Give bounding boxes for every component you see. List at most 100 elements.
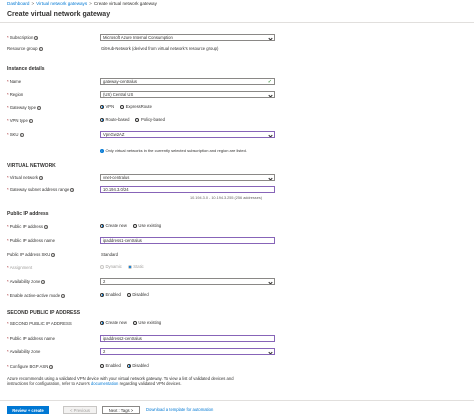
- breadcrumb-dashboard[interactable]: Dashboard: [7, 1, 29, 6]
- public-ip-name-input[interactable]: ipaddress1-centralus: [100, 237, 275, 244]
- info-icon: i: [44, 224, 49, 229]
- next-tags-button[interactable]: Next : Tags >: [102, 406, 140, 414]
- gateway-type-label: *Gateway type i: [7, 105, 41, 110]
- subscription-select[interactable]: Microsoft Azure Internal Consumption: [100, 34, 275, 41]
- title-divider: [0, 22, 474, 23]
- active-active-enabled-radio[interactable]: Enabled: [100, 292, 121, 297]
- active-active-label: *Enable active-active mode i: [7, 293, 66, 298]
- public-ip-sku-value: Standard: [101, 252, 118, 257]
- breadcrumb-current: Create virtual network gateway: [93, 1, 157, 6]
- vpn-type-route-based-radio[interactable]: Route-based: [100, 117, 129, 122]
- assignment-dynamic-radio: Dynamic: [100, 264, 122, 269]
- vpn-type-policy-based-radio[interactable]: Policy-based: [135, 117, 165, 122]
- vnet-label: *Virtual network i: [7, 175, 44, 180]
- virtual-network-heading: VIRTUAL NETWORK: [7, 163, 56, 169]
- info-icon: i: [70, 187, 75, 192]
- gateway-type-radios: VPN ExpressRoute: [100, 104, 158, 110]
- review-create-button[interactable]: Review + create: [7, 406, 49, 414]
- info-icon: i: [28, 118, 33, 123]
- documentation-link[interactable]: documentation: [91, 381, 118, 386]
- radio-selected-icon: [100, 292, 104, 297]
- availability-zone-label: *Availability zone i: [7, 279, 46, 284]
- radio-selected-icon: [100, 104, 104, 109]
- bgp-disabled-radio[interactable]: Disabled: [126, 363, 149, 368]
- breadcrumb-vng[interactable]: Virtual network gateways: [36, 1, 87, 6]
- sku-label: *SKU i: [7, 132, 24, 137]
- breadcrumb-separator: >: [31, 1, 35, 6]
- public-ip-label: *Public IP address i: [7, 224, 49, 229]
- download-template-link[interactable]: Download a template for automation: [146, 406, 213, 414]
- radio-selected-icon: [100, 223, 104, 228]
- public-ip-use-existing-radio[interactable]: Use existing: [132, 223, 161, 228]
- public-ip-sku-label: Public IP address SKU i: [7, 252, 56, 257]
- info-icon: i: [34, 35, 39, 40]
- instance-details-heading: Instance details: [7, 66, 45, 72]
- vpn-type-radios: Route-based Policy-based: [100, 117, 171, 123]
- second-ip-use-existing-radio[interactable]: Use existing: [132, 320, 161, 325]
- radio-icon: [100, 363, 104, 368]
- radio-selected-icon: [127, 264, 132, 269]
- assignment-radios: Dynamic Static: [100, 264, 150, 270]
- info-icon: i: [49, 364, 54, 369]
- name-input[interactable]: gateway-centralus ✓: [100, 78, 275, 85]
- radio-selected-icon: [126, 363, 131, 368]
- info-icon: i: [19, 132, 24, 137]
- radio-icon: [132, 223, 137, 228]
- gateway-type-expressroute-radio[interactable]: ExpressRoute: [120, 104, 152, 109]
- active-active-disabled-radio[interactable]: Disabled: [126, 292, 149, 297]
- availability-zone-select[interactable]: 2: [100, 278, 275, 285]
- public-ip-radios: Create new Use existing: [100, 223, 167, 229]
- breadcrumb-separator: >: [89, 1, 92, 6]
- second-ip-name-label: *Public IP address name: [7, 336, 55, 341]
- info-icon: i: [39, 175, 44, 180]
- subnet-range-hint: 10.194.3.0 - 10.194.3.255 (256 addresses…: [190, 196, 262, 200]
- bgp-enabled-radio[interactable]: Enabled: [100, 363, 121, 368]
- region-label: *Region: [7, 92, 24, 97]
- second-ip-radios: Create new Use existing: [100, 320, 167, 326]
- checkmark-icon: ✓: [267, 79, 272, 85]
- bgp-label: *Configure BGP ASN i: [7, 364, 54, 369]
- bgp-radios: Enabled Disabled: [100, 363, 155, 369]
- second-ip-label: *SECOND PUBLIC IP ADDRESS: [7, 321, 72, 326]
- previous-button[interactable]: < Previous: [63, 406, 97, 414]
- second-ip-name-input[interactable]: ipaddress2-centralus: [100, 335, 275, 342]
- info-icon: i: [41, 279, 46, 284]
- info-icon: i: [51, 252, 56, 257]
- name-label: *Name: [7, 79, 22, 84]
- assignment-static-radio: Static: [127, 264, 144, 269]
- subnet-range-input[interactable]: 10.194.3.0/24: [100, 186, 275, 193]
- subscription-label: *Subscription i: [7, 35, 39, 40]
- active-active-radios: Enabled Disabled: [100, 292, 155, 298]
- radio-selected-icon: [100, 320, 104, 325]
- radio-icon: [135, 117, 140, 122]
- public-ip-name-label: *Public IP address name: [7, 238, 55, 243]
- radio-icon: [126, 292, 131, 297]
- resource-group-value: GitHub-Network (derived from virtual net…: [101, 46, 219, 51]
- info-note: i Only virtual networks in the currently …: [100, 148, 247, 153]
- vnet-select[interactable]: vnet-centralus: [100, 174, 275, 181]
- public-ip-heading: Public IP address: [7, 211, 49, 217]
- second-zone-label: *Availability zone: [7, 349, 41, 354]
- info-circle-icon: i: [100, 149, 104, 153]
- resource-group-label: Resource group i: [7, 46, 43, 51]
- info-icon: i: [36, 105, 41, 110]
- second-zone-select[interactable]: 2: [100, 348, 275, 355]
- sku-select[interactable]: VpnGw2AZ: [100, 131, 275, 138]
- region-select[interactable]: (US) Central US: [100, 91, 275, 98]
- radio-icon: [120, 104, 125, 109]
- info-icon: i: [61, 293, 66, 298]
- info-icon: i: [38, 46, 43, 51]
- second-public-ip-heading: SECOND PUBLIC IP ADDRESS: [7, 310, 81, 316]
- second-ip-create-new-radio[interactable]: Create new: [100, 320, 127, 325]
- radio-icon: [132, 320, 137, 325]
- vpn-type-label: *VPN type i: [7, 118, 33, 123]
- public-ip-create-new-radio[interactable]: Create new: [100, 223, 127, 228]
- subnet-range-label: *Gateway subnet address range i: [7, 187, 75, 192]
- radio-icon: [100, 264, 104, 269]
- recommendation-text: Azure recommends using a validated VPN d…: [7, 376, 234, 387]
- assignment-label: *Assignment: [7, 265, 33, 270]
- page-title: Create virtual network gateway: [7, 11, 111, 18]
- gateway-type-vpn-radio[interactable]: VPN: [100, 104, 114, 109]
- breadcrumb: Dashboard > Virtual network gateways > Creat…: [7, 1, 157, 6]
- radio-selected-icon: [100, 117, 104, 122]
